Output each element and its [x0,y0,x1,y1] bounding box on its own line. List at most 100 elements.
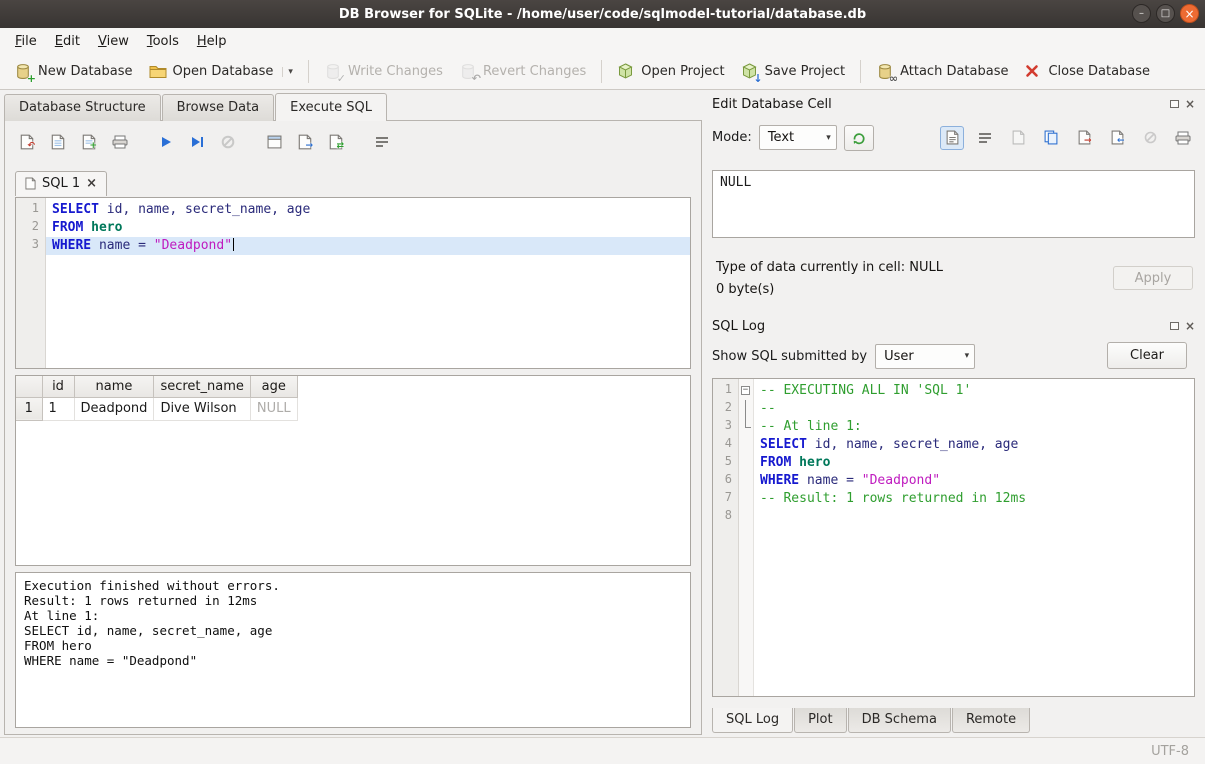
text-caret [233,238,234,251]
open-database-icon [149,63,167,80]
write-changes-button[interactable]: ✓ Write Changes [316,58,451,85]
dock-controls: × [1170,320,1195,332]
dock-close-icon[interactable]: × [1185,320,1195,332]
open-sql-file-button[interactable]: ↶ [15,130,39,154]
save-sql-as-button[interactable]: + [77,130,101,154]
sql-document-icon [25,177,36,190]
word-wrap-cell-button[interactable] [973,126,997,150]
column-header-name[interactable]: name [74,376,154,397]
new-tab-button[interactable] [262,130,286,154]
titlebar[interactable]: DB Browser for SQLite - /home/user/code/… [0,0,1205,28]
menu-item-tools[interactable]: Tools [138,30,188,53]
copy-icon [1044,130,1058,145]
attach-database-button[interactable]: ∞ Attach Database [868,58,1016,85]
cell-value-editor[interactable]: NULL [712,170,1195,238]
print-sql-button[interactable] [108,130,132,154]
new-database-button[interactable]: + New Database [6,58,141,85]
line-number: 7 [713,490,738,508]
column-header-age[interactable]: age [250,376,297,397]
write-changes-label: Write Changes [348,64,443,79]
grid-corner-cell[interactable] [16,376,42,397]
chevron-down-icon: ▾ [965,351,970,361]
new-database-icon: + [14,63,32,80]
save-sql-as-icon: + [82,134,96,150]
row-header[interactable]: 1 [16,397,42,420]
tab-execute-sql[interactable]: Execute SQL [275,93,387,121]
export-results-button[interactable]: ⇄ [324,130,348,154]
execute-line-button[interactable] [185,130,209,154]
save-project-button[interactable]: ↓ Save Project [733,58,854,85]
stop-execution-button[interactable] [216,130,240,154]
minimize-button[interactable]: – [1132,4,1151,23]
maximize-button[interactable]: □ [1156,4,1175,23]
new-database-label: New Database [38,64,133,79]
submitted-by-combobox[interactable]: User ▾ [875,344,975,369]
menu-item-edit[interactable]: Edit [46,30,89,53]
import-cell-button[interactable]: → [1072,126,1096,150]
save-project-label: Save Project [765,64,846,79]
auto-switch-mode-button[interactable] [844,125,874,151]
clear-button[interactable]: Clear [1107,342,1187,369]
column-header-secret-name[interactable]: secret_name [154,376,250,397]
dock-close-icon[interactable]: × [1185,98,1195,110]
tab-database-structure[interactable]: Database Structure [4,94,161,121]
cell-id[interactable]: 1 [42,397,74,420]
mode-combobox[interactable]: Text ▾ [759,125,837,150]
dock-float-icon[interactable] [1170,100,1179,108]
close-button[interactable]: × [1180,4,1199,23]
open-project-button[interactable]: Open Project [609,58,732,85]
dock-float-icon[interactable] [1170,322,1179,330]
copy-cell-button[interactable] [1039,126,1063,150]
sql-tab-close-icon[interactable]: × [86,177,97,190]
revert-changes-icon: ↶ [459,63,477,80]
import-sql-button[interactable]: → [293,130,317,154]
save-project-icon: ↓ [741,63,759,80]
mode-label: Mode: [712,130,752,145]
cell-age-null[interactable]: NULL [250,397,297,420]
sql-editor[interactable]: 1 2 3 SELECT id, name, secret_name, age … [15,197,691,369]
results-header-row: id name secret_name age [16,376,297,397]
revert-changes-button[interactable]: ↶ Revert Changes [451,58,594,85]
tab-browse-data[interactable]: Browse Data [162,94,275,121]
execute-all-button[interactable] [154,130,178,154]
tab-db-schema[interactable]: DB Schema [848,708,951,733]
tab-plot[interactable]: Plot [794,708,847,733]
print-cell-button[interactable] [1171,126,1195,150]
cell-name[interactable]: Deadpond [74,397,154,420]
message-line: SELECT id, name, secret_name, age [24,623,682,638]
sql-editor-tab[interactable]: SQL 1 × [15,171,107,196]
execute-sql-toolbar: ↶ + [15,130,394,154]
encoding-indicator[interactable]: UTF-8 [1151,744,1189,759]
line-number: 8 [713,508,738,526]
word-wrap-button[interactable] [370,130,394,154]
editor-code-area[interactable]: SELECT id, name, secret_name, age FROM h… [46,198,690,368]
message-line: Execution finished without errors. [24,578,682,593]
tab-remote[interactable]: Remote [952,708,1030,733]
tab-sql-log[interactable]: SQL Log [712,708,793,733]
open-in-app-button[interactable] [1006,126,1030,150]
text-view-button[interactable] [940,126,964,150]
apply-button[interactable]: Apply [1113,266,1193,290]
close-database-button[interactable]: Close Database [1016,58,1158,85]
menu-item-help[interactable]: Help [188,30,236,53]
code-line-current: WHERE name = "Deadpond" [46,237,690,255]
cell-secret-name[interactable]: Dive Wilson [154,397,250,420]
menu-item-file[interactable]: File [6,30,46,53]
save-sql-file-button[interactable] [46,130,70,154]
column-header-id[interactable]: id [42,376,74,397]
sql-log-viewer[interactable]: 1 2 3 4 5 6 7 8 -- EXECUTING ALL IN [712,378,1195,697]
auto-switch-mode-icon [852,131,866,145]
log-line-number-gutter: 1 2 3 4 5 6 7 8 [713,379,739,696]
stop-icon [221,135,235,149]
set-null-button[interactable] [1138,126,1162,150]
log-line [754,508,1194,526]
open-database-button[interactable]: Open Database ▾ [141,58,301,85]
menu-item-view[interactable]: View [89,30,138,53]
attach-database-icon: ∞ [876,63,894,80]
fold-marker[interactable] [739,382,753,400]
export-cell-button[interactable]: ← [1105,126,1129,150]
line-number: 2 [713,400,738,418]
execution-message-panel[interactable]: Execution finished without errors. Resul… [15,572,691,728]
log-line: WHERE name = "Deadpond" [754,472,1194,490]
open-database-dropdown-icon[interactable]: ▾ [282,67,293,77]
